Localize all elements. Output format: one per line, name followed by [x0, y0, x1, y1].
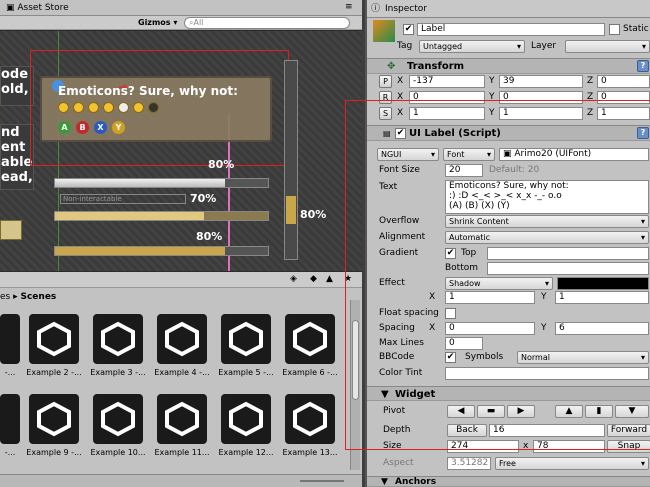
aspect-field[interactable]: 3.51282	[447, 457, 491, 470]
skull-icon	[118, 102, 129, 113]
face-icon	[148, 102, 159, 113]
bar-3-percent: 80%	[196, 230, 223, 243]
text-block-1: ode old,	[0, 66, 34, 106]
tag-icon[interactable]: ◆	[310, 274, 317, 284]
vertical-bar-percent: 80%	[300, 208, 327, 221]
zoom-slider[interactable]	[300, 480, 344, 482]
tag-dropdown[interactable]: Untagged	[419, 40, 525, 53]
text-block-2: nd ent able ead,	[0, 124, 34, 190]
label-icon[interactable]: ▲	[326, 274, 333, 284]
anchors-header[interactable]: ▼ Anchors	[367, 476, 650, 487]
list-item[interactable]: Example 13...	[280, 394, 340, 469]
asset-row-2: -... Example 9 -... Example 10... Exampl…	[0, 394, 350, 469]
unity-logo-icon	[29, 314, 79, 364]
slider-bar-1[interactable]	[54, 178, 269, 188]
unity-logo-icon	[93, 314, 143, 364]
layer-dropdown[interactable]	[565, 40, 650, 53]
transform-header[interactable]: ✥ Transform ?	[367, 58, 650, 74]
help-icon[interactable]: ?	[637, 60, 649, 72]
gameobject-icon	[373, 20, 395, 42]
position-z-field[interactable]: 0	[597, 75, 650, 88]
aspect-dropdown[interactable]: Free	[495, 457, 649, 470]
asset-row-1: -... Example 2 -... Example 3 -... Examp…	[0, 314, 350, 389]
position-x-field[interactable]: -137	[409, 75, 485, 88]
inspector-tab-bar: ⓘ Inspector	[367, 0, 650, 18]
non-interactable-bar: Non-interactable	[60, 194, 186, 204]
position-reset-button[interactable]: P	[379, 75, 392, 88]
lock-icon[interactable]: ◈	[290, 274, 297, 284]
active-checkbox[interactable]: ✔	[403, 24, 414, 35]
aspect-label: Aspect	[383, 458, 414, 468]
emoticon-row	[58, 102, 159, 113]
unity-logo-icon	[221, 314, 271, 364]
list-item[interactable]: Example 12...	[216, 394, 276, 469]
breadcrumb: es ▸ Scenes	[0, 292, 57, 302]
info-icon: ⓘ	[371, 4, 381, 14]
list-item[interactable]: -...	[0, 394, 20, 469]
list-item[interactable]: Example 10...	[88, 394, 148, 469]
static-checkbox[interactable]	[609, 24, 620, 35]
unity-logo-icon	[0, 314, 20, 364]
unity-logo-icon	[285, 394, 335, 444]
unity-logo-icon	[93, 394, 143, 444]
static-label: Static	[623, 24, 649, 34]
widget-label: Emoticons? Sure, why not:	[58, 84, 238, 98]
store-icon: ▣	[6, 3, 18, 13]
bar-1-percent: 80%	[208, 158, 235, 171]
smirk-icon	[88, 102, 99, 113]
list-item[interactable]: Example 9 -...	[24, 394, 84, 469]
list-item[interactable]: Example 11...	[152, 394, 212, 469]
progress-bar-2[interactable]	[54, 211, 269, 221]
unity-logo-icon	[157, 394, 207, 444]
panel-menu-icon[interactable]: ≡	[345, 2, 357, 14]
a-button-icon: A	[58, 121, 71, 134]
unity-logo-icon	[157, 314, 207, 364]
vertical-slider[interactable]	[284, 60, 298, 260]
project-footer	[0, 474, 362, 487]
layer-label: Layer	[531, 41, 557, 51]
tag-label: Tag	[397, 41, 413, 51]
list-item[interactable]: Example 6 -...	[280, 314, 340, 389]
gizmos-dropdown[interactable]: Gizmos ▾	[138, 16, 182, 30]
list-item[interactable]: Example 4 -...	[152, 314, 212, 389]
x-button-icon: X	[94, 121, 107, 134]
angry-icon	[103, 102, 114, 113]
list-item[interactable]: Example 3 -...	[88, 314, 148, 389]
breadcrumb-current[interactable]: Scenes	[20, 292, 56, 302]
highlight-box	[345, 100, 650, 450]
tab-asset-store[interactable]: ▣ Asset Store	[6, 1, 69, 15]
list-item[interactable]: Example 5 -...	[216, 314, 276, 389]
tab-inspector[interactable]: Inspector	[385, 2, 427, 16]
grin-icon	[73, 102, 84, 113]
smile-icon	[58, 102, 69, 113]
unity-logo-icon	[0, 394, 20, 444]
slider-bar-3[interactable]	[54, 246, 269, 256]
wink-icon	[133, 102, 144, 113]
button-icon-row: A B X Y	[58, 121, 125, 134]
b-button-icon: B	[76, 121, 89, 134]
scene-search-input[interactable]: ⌕All	[184, 17, 350, 29]
vertical-slider-thumb[interactable]	[286, 196, 296, 224]
bar-2-percent: 70%	[190, 192, 217, 205]
dropdown-fragment[interactable]	[0, 220, 22, 240]
unity-logo-icon	[29, 394, 79, 444]
unity-logo-icon	[221, 394, 271, 444]
list-item[interactable]: -...	[0, 314, 20, 389]
object-name-field[interactable]: Label	[417, 23, 605, 36]
project-toolbar: ◈ ◆ ▲ ★	[0, 272, 362, 288]
transform-icon: ✥	[387, 61, 396, 72]
unity-logo-icon	[285, 314, 335, 364]
inspector-panel: ⓘ Inspector ✔ Label Static Tag Untagged …	[345, 0, 650, 487]
y-button-icon: Y	[112, 121, 125, 134]
anchors-foldout-icon: ▼	[381, 477, 388, 487]
position-y-field[interactable]: 39	[499, 75, 583, 88]
list-item[interactable]: Example 2 -...	[24, 314, 84, 389]
